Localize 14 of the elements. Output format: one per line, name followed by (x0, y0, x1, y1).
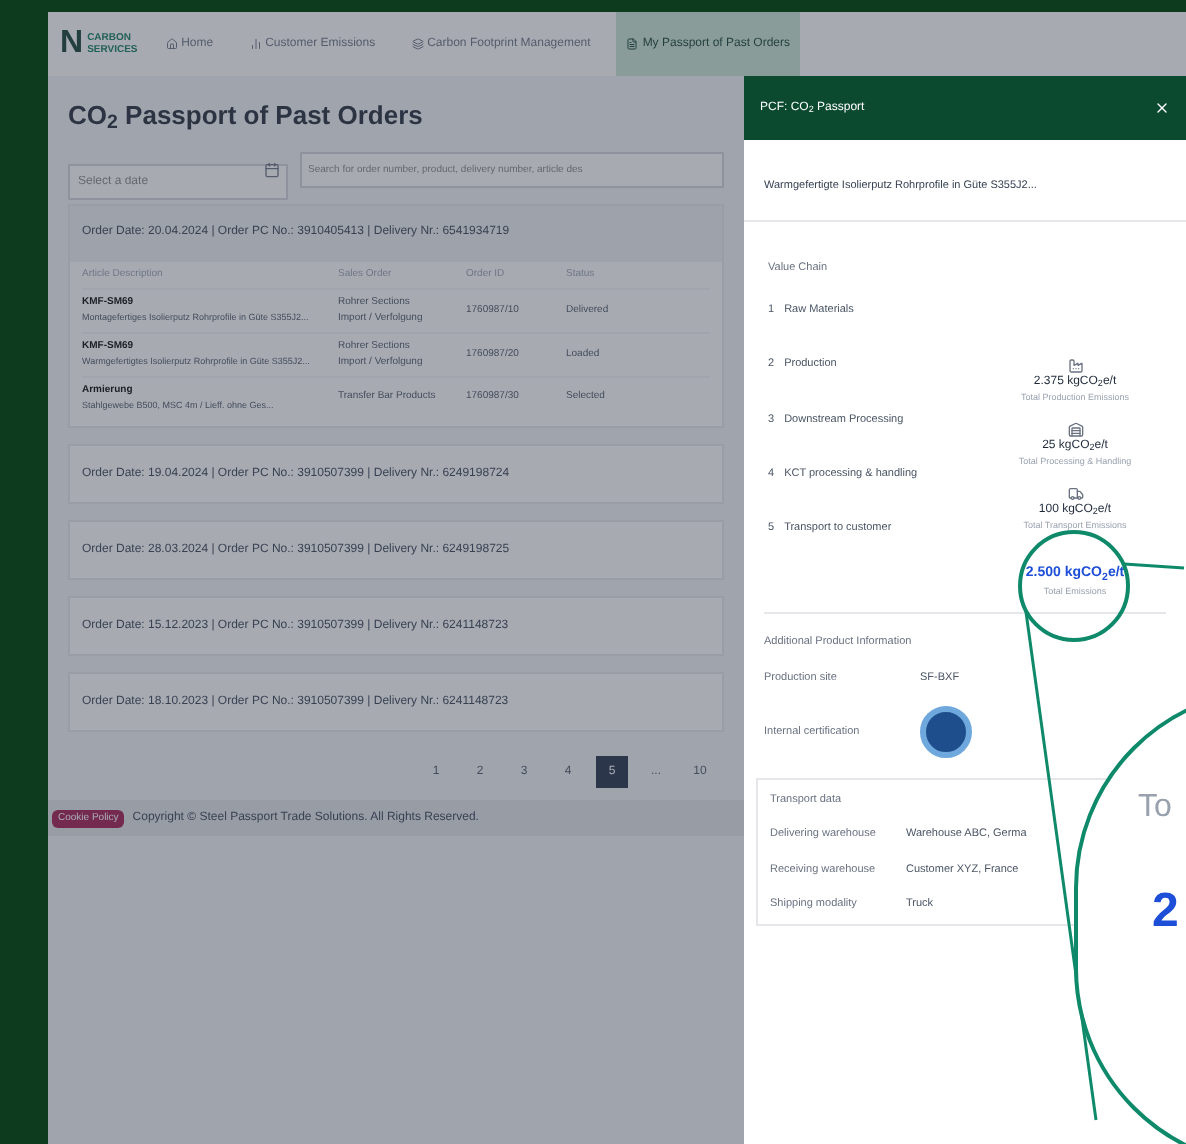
nav-icon (165, 38, 178, 50)
logo-letter: N (60, 24, 84, 64)
factory-icon (1067, 358, 1083, 374)
page-title: CO$_{2}$ Passport of Past Orders (68, 98, 423, 135)
close-icon (1154, 100, 1170, 116)
order-card[interactable] (68, 203, 724, 429)
calendar-icon (264, 161, 280, 177)
warehouse-icon (1067, 421, 1083, 438)
magnified-label: To (1138, 788, 1172, 828)
nav-icon (249, 38, 262, 50)
nav-icon (626, 38, 639, 50)
certificate-seal-icon (920, 706, 972, 758)
nav-icon (411, 38, 424, 50)
truck-icon (1067, 485, 1083, 501)
